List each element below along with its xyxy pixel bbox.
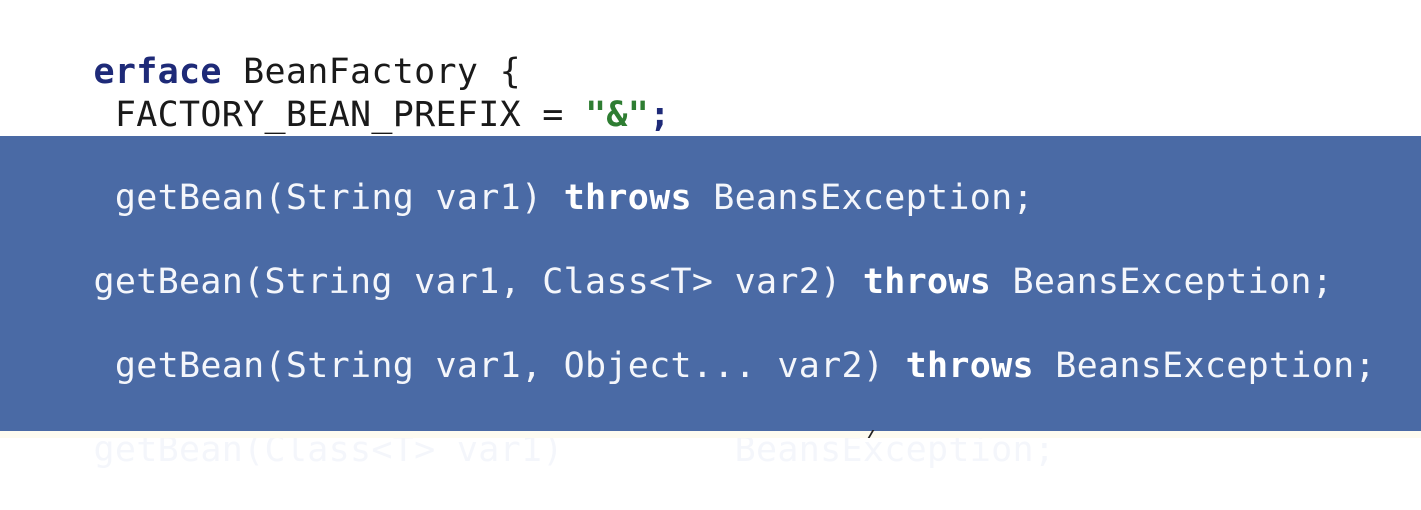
- exception-type: BeansException;: [991, 262, 1334, 302]
- exception-type: BeansException;: [691, 178, 1034, 218]
- method-signature: getBean(String var1, Object... var2): [114, 346, 906, 386]
- prefix-declaration: FACTORY_BEAN_PREFIX =: [93, 95, 586, 135]
- throws-keyword: throws: [905, 346, 1034, 386]
- throws-keyword: throws: [862, 262, 992, 302]
- code-editor[interactable]: erface BeanFactory { FACTORY_BEAN_PREFIX…: [0, 0, 1421, 470]
- method-signature: getBean(String var1, Class<T> var2): [93, 262, 863, 302]
- prefix-semicolon: ;: [649, 95, 671, 135]
- editor-bottom-edge: [0, 431, 1421, 438]
- method-signature: getBean(String var1): [114, 178, 564, 218]
- throws-keyword: throws: [563, 178, 692, 218]
- selected-code-line[interactable]: getBean(Class<T> var1) throws BeansExcep…: [8, 390, 1055, 510]
- prefix-string-literal: "&": [585, 95, 650, 135]
- exception-type: BeansException;: [1033, 346, 1376, 386]
